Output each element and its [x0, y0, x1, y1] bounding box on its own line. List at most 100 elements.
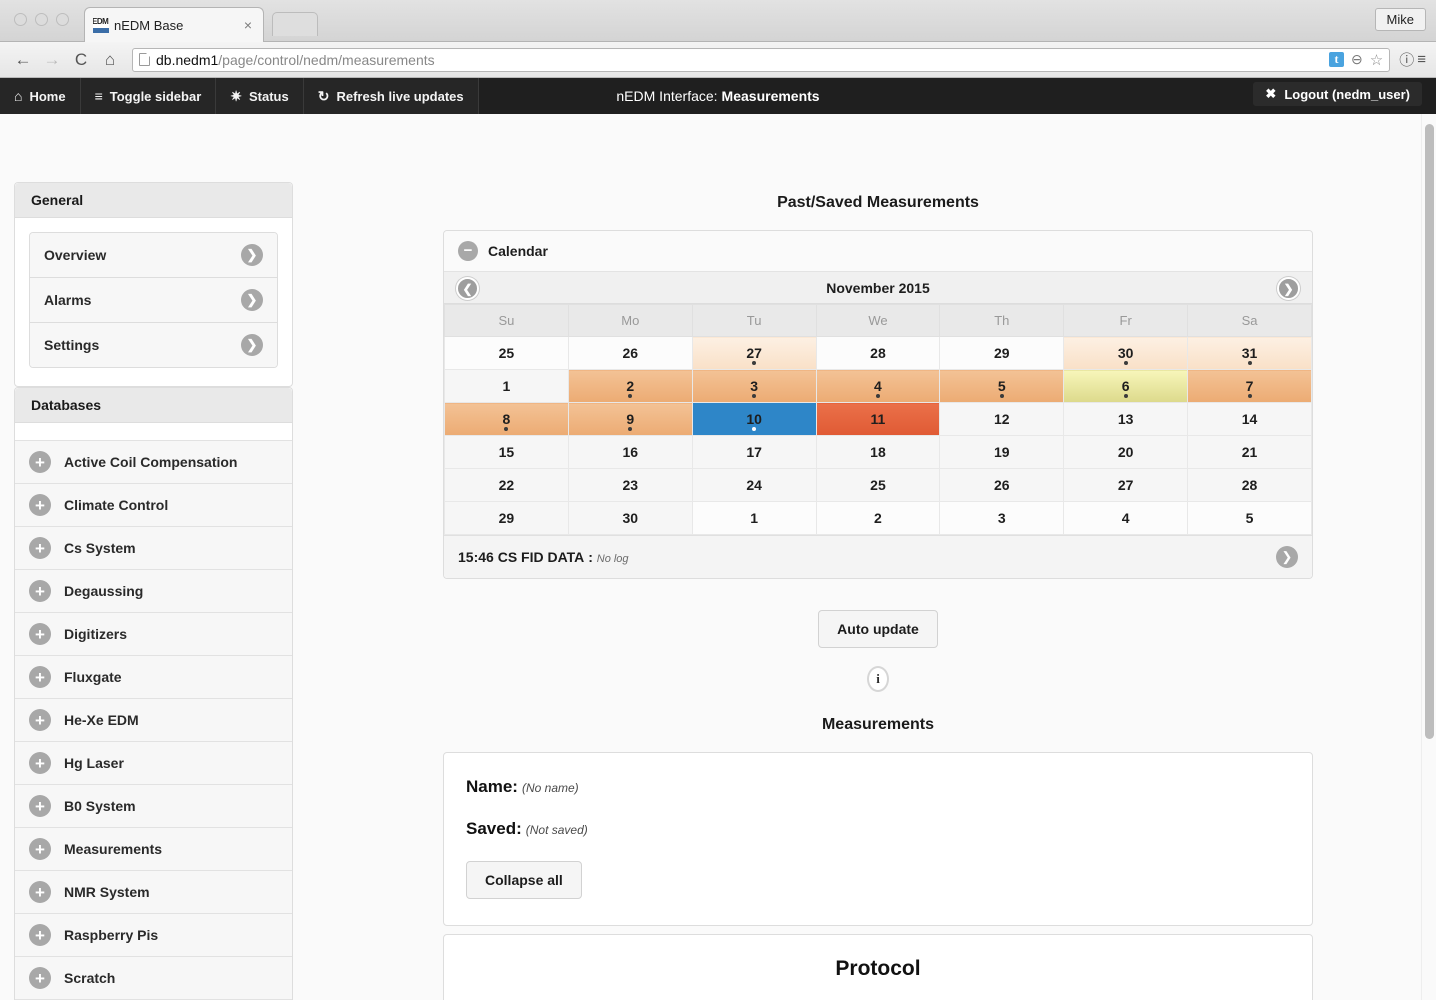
calendar-card-header[interactable]: − Calendar	[444, 231, 1312, 272]
nav-toggle-sidebar-label: Toggle sidebar	[109, 88, 202, 104]
calendar-day-cell[interactable]: 11	[815, 402, 941, 436]
calendar-day-cell[interactable]: 30	[567, 501, 693, 535]
minimize-window-button[interactable]	[35, 13, 48, 26]
zoom-out-icon[interactable]: ⊖	[1351, 51, 1363, 68]
nav-status-button[interactable]: ✷ Status	[216, 78, 304, 114]
maximize-window-button[interactable]	[56, 13, 69, 26]
auto-update-button[interactable]: Auto update	[818, 610, 938, 648]
browser-toolbar: ← → C ⌂ db.nedm1/page/control/nedm/measu…	[0, 42, 1436, 78]
calendar-day-cell[interactable]: 12	[939, 402, 1065, 436]
calendar-day-cell[interactable]: 27	[691, 336, 817, 370]
window-traffic-lights[interactable]	[14, 13, 69, 26]
calendar-day-cell[interactable]: 2	[815, 501, 941, 535]
nav-refresh-button[interactable]: ↻ Refresh live updates	[303, 78, 479, 114]
sidebar-item-hg-laser[interactable]: + Hg Laser	[15, 742, 292, 785]
profile-button[interactable]: Mike	[1374, 8, 1426, 31]
calendar-day-cell[interactable]: 25	[815, 468, 941, 502]
sidebar-item-digitizers[interactable]: + Digitizers	[15, 613, 292, 656]
close-window-button[interactable]	[14, 13, 27, 26]
calendar-day-cell[interactable]: 20	[1063, 435, 1189, 469]
calendar-day-cell[interactable]: 4	[1063, 501, 1189, 535]
calendar-day-cell[interactable]: 31	[1187, 336, 1312, 370]
collapse-icon[interactable]: −	[458, 241, 478, 261]
calendar-day-cell[interactable]: 28	[815, 336, 941, 370]
calendar-day-cell[interactable]: 15	[444, 435, 569, 469]
browser-tab[interactable]: nEDM Base ×	[84, 7, 264, 42]
calendar-day-cell[interactable]: 2	[567, 369, 693, 403]
sidebar-item-raspberry-pis[interactable]: + Raspberry Pis	[15, 914, 292, 957]
calendar-day-cell[interactable]: 22	[444, 468, 569, 502]
sidebar-item-settings[interactable]: Settings ❯	[30, 323, 277, 367]
calendar-day-cell[interactable]: 16	[567, 435, 693, 469]
calendar-day-cell[interactable]: 27	[1063, 468, 1189, 502]
sidebar-item-active-coil-compensation[interactable]: + Active Coil Compensation	[15, 441, 292, 484]
collapse-all-button[interactable]: Collapse all	[466, 861, 582, 899]
calendar-day-cell[interactable]: 30	[1063, 336, 1189, 370]
calendar-day-cell[interactable]: 9	[567, 402, 693, 436]
sidebar-item-measurements[interactable]: + Measurements	[15, 828, 292, 871]
sidebar-item-nmr-system[interactable]: + NMR System	[15, 871, 292, 914]
sidebar-item-climate-control[interactable]: + Climate Control	[15, 484, 292, 527]
close-icon[interactable]: ×	[241, 18, 255, 32]
tumblr-icon[interactable]: t	[1329, 52, 1345, 67]
calendar-day-cell[interactable]: 17	[691, 435, 817, 469]
sidebar-item-label: Settings	[44, 337, 100, 353]
info-icon[interactable]: i	[867, 666, 889, 692]
calendar-day-cell[interactable]: 29	[939, 336, 1065, 370]
new-tab-button[interactable]	[272, 12, 318, 36]
calendar-day-cell[interactable]: 10	[691, 402, 817, 436]
address-bar[interactable]: db.nedm1/page/control/nedm/measurements …	[132, 47, 1391, 72]
calendar-day-cell[interactable]: 4	[815, 369, 941, 403]
calendar-day-cell[interactable]: 13	[1063, 402, 1189, 436]
calendar-day-cell[interactable]: 6	[1063, 369, 1189, 403]
calendar-day-cell[interactable]: 28	[1187, 468, 1312, 502]
reload-icon[interactable]: C	[68, 47, 94, 73]
logout-button[interactable]: ✖ Logout (nedm_user)	[1253, 82, 1422, 106]
calendar-day-cell[interactable]: 29	[444, 501, 569, 535]
next-month-button[interactable]: ❯	[1277, 277, 1300, 300]
calendar-week-row: 29 30 1 2 3 4 5	[444, 501, 1312, 535]
calendar-day-cell[interactable]: 5	[1187, 501, 1312, 535]
calendar-day-cell[interactable]: 25	[444, 336, 569, 370]
sidebar-item-he-xe-edm[interactable]: + He-Xe EDM	[15, 699, 292, 742]
calendar-day-cell[interactable]: 19	[939, 435, 1065, 469]
calendar-day-cell[interactable]: 14	[1187, 402, 1312, 436]
sidebar-item-fluxgate[interactable]: + Fluxgate	[15, 656, 292, 699]
sidebar-item-cs-system[interactable]: + Cs System	[15, 527, 292, 570]
forward-icon[interactable]: →	[39, 47, 65, 73]
sidebar-item-b0-system[interactable]: + B0 System	[15, 785, 292, 828]
calendar-day-cell[interactable]: 1	[691, 501, 817, 535]
sidebar-item-scratch[interactable]: + Scratch	[15, 957, 292, 1000]
menu-icon[interactable]: ≡	[1417, 51, 1426, 68]
sidebar-item-degaussing[interactable]: + Degaussing	[15, 570, 292, 613]
calendar-day-cell[interactable]: 26	[939, 468, 1065, 502]
calendar-label: Calendar	[488, 243, 548, 259]
calendar-day-cell[interactable]: 3	[939, 501, 1065, 535]
calendar-day-cell[interactable]: 5	[939, 369, 1065, 403]
scrollbar-thumb[interactable]	[1425, 124, 1434, 739]
plus-icon: +	[29, 666, 51, 688]
calendar-day-cell[interactable]: 26	[567, 336, 693, 370]
sidebar-item-overview[interactable]: Overview ❯	[30, 233, 277, 278]
calendar-day-cell[interactable]: 3	[691, 369, 817, 403]
home-icon[interactable]: ⌂	[97, 47, 123, 73]
calendar-day-cell[interactable]: 1	[444, 369, 569, 403]
nav-home-button[interactable]: ⌂ Home	[0, 78, 81, 114]
page-scrollbar[interactable]	[1421, 114, 1436, 1000]
calendar-day-cell[interactable]: 21	[1187, 435, 1312, 469]
calendar-day-cell[interactable]: 18	[815, 435, 941, 469]
close-icon: ✖	[1265, 86, 1277, 101]
calendar-day-cell[interactable]: 23	[567, 468, 693, 502]
calendar-day-cell[interactable]: 24	[691, 468, 817, 502]
chevron-right-icon[interactable]: ❯	[1276, 546, 1298, 568]
back-icon[interactable]: ←	[10, 47, 36, 73]
reader-mode-icon[interactable]: ⓘ	[1399, 49, 1414, 70]
sidebar-item-alarms[interactable]: Alarms ❯	[30, 278, 277, 323]
bookmark-star-icon[interactable]: ☆	[1370, 51, 1383, 69]
calendar-day-cell[interactable]: 8	[444, 402, 569, 436]
nav-toggle-sidebar-button[interactable]: ≡ Toggle sidebar	[80, 78, 217, 114]
sidebar-databases-header: Databases	[15, 388, 292, 423]
calendar-log-row[interactable]: 15:46 CS FID DATA : No log ❯	[444, 535, 1312, 578]
prev-month-button[interactable]: ❮	[456, 277, 479, 300]
calendar-day-cell[interactable]: 7	[1187, 369, 1312, 403]
